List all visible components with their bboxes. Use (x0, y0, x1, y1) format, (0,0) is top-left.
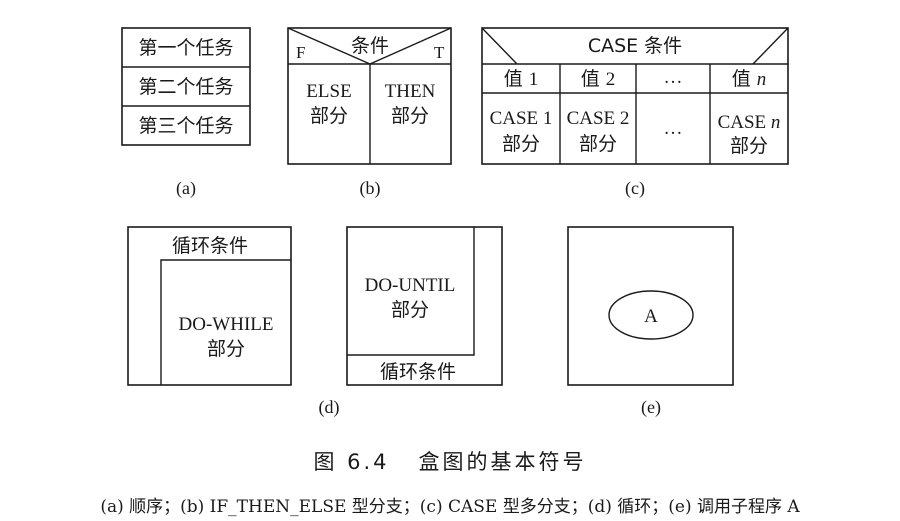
case-value-ellipsis: … (664, 67, 683, 88)
if-then-else-box: 条件 F T ELSE 部分 THEN 部分 (287, 27, 452, 165)
else-part-label: 部分 (310, 105, 348, 127)
case-2-label: CASE 2 (567, 108, 630, 129)
case-1-part: 部分 (502, 133, 540, 155)
case-ellipsis: … (664, 118, 683, 139)
then-part-label: 部分 (391, 105, 429, 127)
subroutine-call-box: A (567, 226, 734, 386)
false-mark: F (296, 43, 305, 62)
until-condition: 循环条件 (380, 361, 456, 383)
case-1-label: CASE 1 (490, 108, 553, 129)
case-2-part: 部分 (579, 133, 617, 155)
subroutine-name: A (644, 306, 658, 327)
case-value-n: 值 n (732, 68, 767, 90)
else-label: ELSE (306, 81, 351, 102)
do-while-part: 部分 (207, 338, 245, 360)
figure-title: 图 6.4 盒图的基本符号 (313, 450, 586, 474)
case-value-2: 值 2 (581, 68, 616, 90)
do-until-part: 部分 (391, 299, 429, 321)
case-n-part: 部分 (730, 135, 768, 157)
label-e: (e) (641, 397, 661, 418)
sequence-task-3: 第三个任务 (138, 115, 233, 137)
do-until-label: DO-UNTIL (365, 275, 456, 296)
then-label: THEN (385, 81, 436, 102)
if-condition: 条件 (351, 35, 389, 57)
label-b: (b) (360, 178, 381, 199)
sequence-box: 第一个任务 第二个任务 第三个任务 (121, 27, 251, 146)
while-condition: 循环条件 (172, 235, 248, 257)
label-a: (a) (176, 178, 196, 199)
case-n-label: CASE n (718, 112, 781, 133)
figure-caption: (a) 顺序；(b) IF_THEN_ELSE 型分支；(c) CASE 型多分… (100, 497, 800, 517)
sequence-task-1: 第一个任务 (138, 37, 233, 59)
box-diagram-figure: 第一个任务 第二个任务 第三个任务 (a) 条件 F T ELSE 部分 THE… (121, 27, 789, 474)
label-d: (d) (319, 397, 340, 418)
do-while-box: 循环条件 DO-WHILE 部分 (127, 226, 292, 386)
true-mark: T (434, 43, 445, 62)
sequence-task-2: 第二个任务 (138, 76, 233, 98)
case-condition: CASE 条件 (588, 35, 682, 57)
label-c: (c) (625, 178, 645, 199)
do-until-box: DO-UNTIL 部分 循环条件 (346, 226, 503, 386)
do-while-label: DO-WHILE (179, 314, 274, 335)
case-value-1: 值 1 (504, 68, 539, 90)
case-box: CASE 条件 值 1 值 2 … 值 n CASE 1 部分 CASE 2 部… (481, 27, 789, 165)
